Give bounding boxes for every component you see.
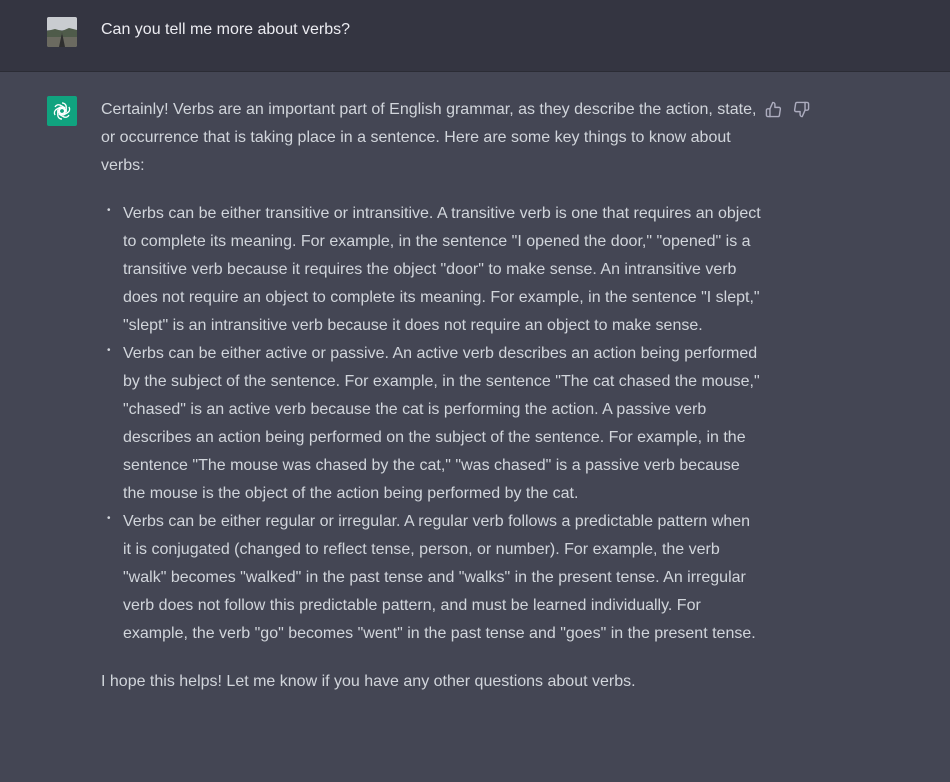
user-avatar-photo-icon [47, 17, 77, 47]
answer-intro: Certainly! Verbs are an important part o… [101, 101, 757, 174]
openai-logo-icon [53, 102, 71, 120]
feedback-buttons [764, 100, 810, 118]
user-message-row: Can you tell me more about verbs? [0, 0, 950, 72]
bullet-icon: • [107, 205, 111, 216]
answer-points-list: • Verbs can be either transitive or intr… [101, 200, 761, 648]
thumbs-up-button[interactable] [764, 100, 782, 118]
thumbs-up-icon [765, 101, 781, 117]
list-item-text: Verbs can be either regular or irregular… [123, 513, 756, 642]
thumbs-down-button[interactable] [792, 100, 810, 118]
assistant-message-content: Certainly! Verbs are an important part o… [101, 96, 761, 696]
user-avatar [47, 17, 77, 47]
assistant-avatar [47, 96, 77, 126]
user-message-text: Can you tell me more about verbs? [101, 21, 351, 38]
answer-closing: I hope this helps! Let me know if you ha… [101, 673, 636, 690]
list-item-text: Verbs can be either transitive or intran… [123, 205, 761, 334]
assistant-message-row: Certainly! Verbs are an important part o… [0, 72, 950, 782]
thumbs-down-icon [793, 101, 809, 117]
bullet-icon: • [107, 345, 111, 356]
list-item: • Verbs can be either transitive or intr… [107, 200, 761, 340]
list-item: • Verbs can be either regular or irregul… [107, 508, 761, 648]
bullet-icon: • [107, 513, 111, 524]
list-item-text: Verbs can be either active or passive. A… [123, 345, 760, 502]
list-item: • Verbs can be either active or passive.… [107, 340, 761, 508]
